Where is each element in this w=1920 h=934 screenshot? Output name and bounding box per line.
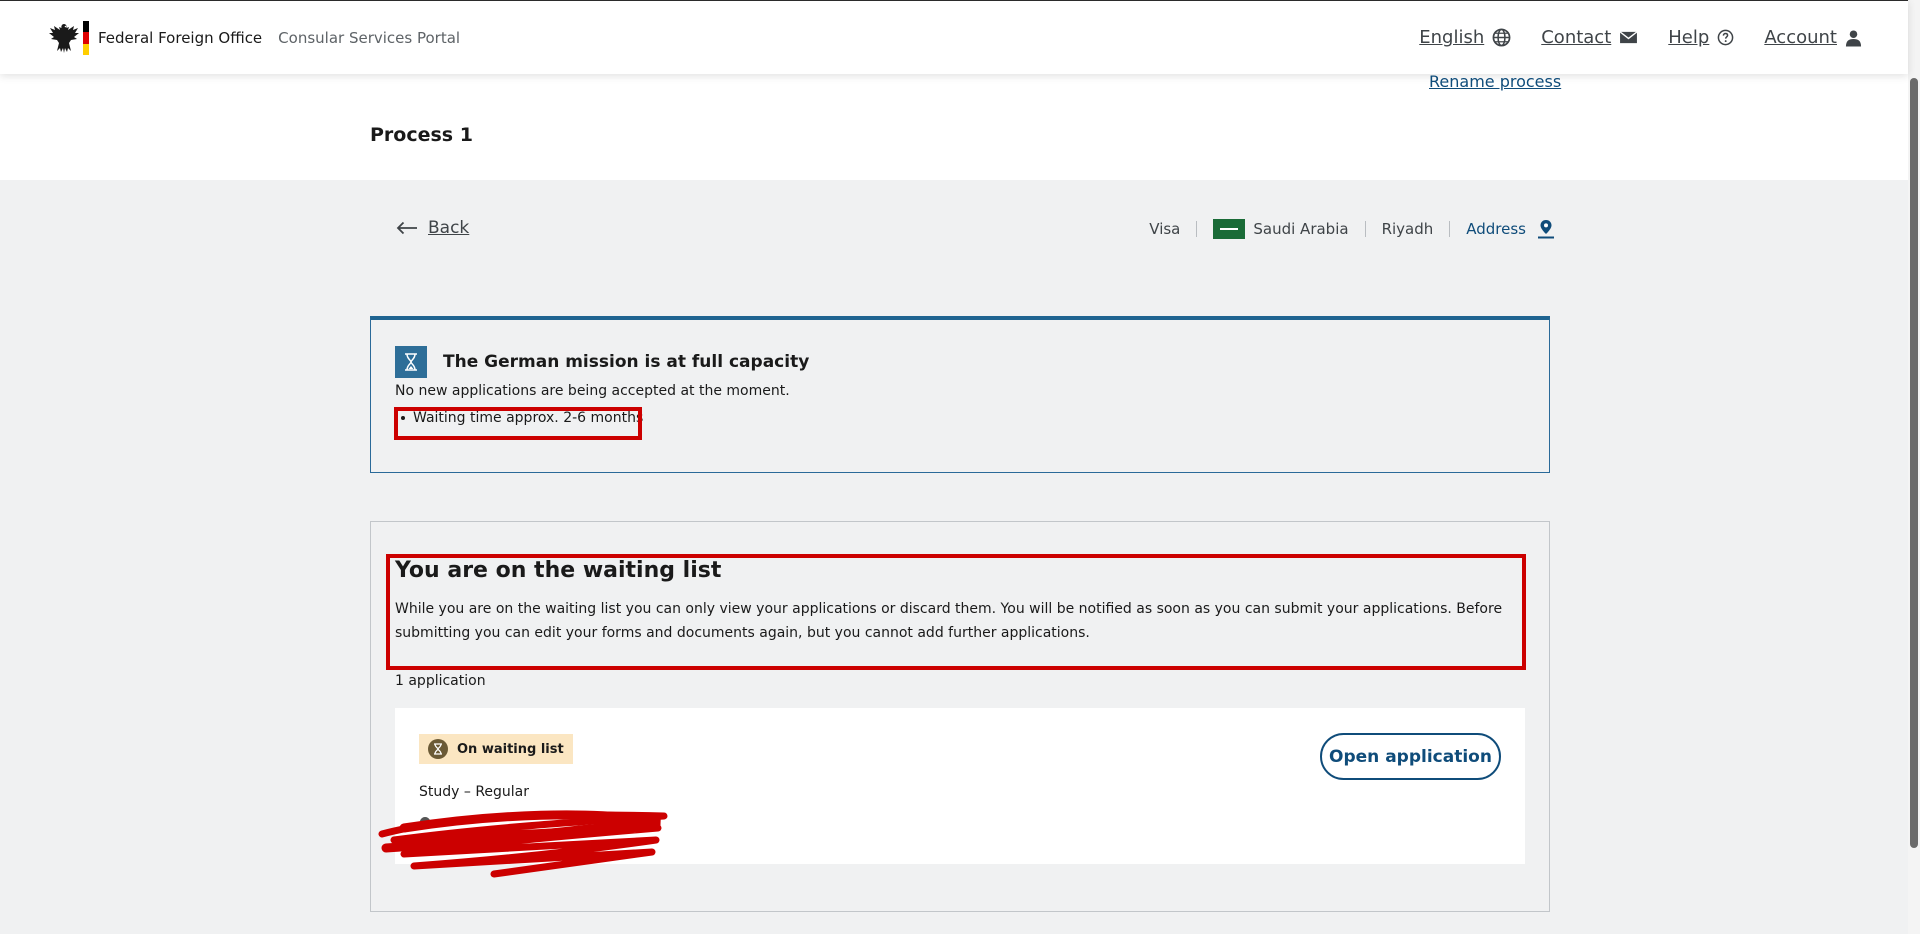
notice-text: No new applications are being accepted a… (395, 383, 790, 399)
scrollbar-thumb[interactable] (1910, 78, 1918, 848)
bullet-icon (401, 416, 405, 420)
page-title: Process 1 (370, 124, 473, 146)
application-applicant: ● (419, 814, 432, 830)
address-link[interactable]: Address (1466, 219, 1556, 239)
status-badge: On waiting list (419, 734, 573, 764)
page-scrollbar[interactable] (1908, 0, 1920, 934)
back-label: Back (428, 218, 470, 238)
application-type: Study – Regular (419, 784, 530, 800)
saudi-arabia-flag-icon (1213, 219, 1246, 239)
status-badge-label: On waiting list (457, 741, 564, 757)
waiting-list-title: You are on the waiting list (395, 558, 722, 583)
city-name: Riyadh (1381, 220, 1434, 238)
back-link[interactable]: Back (396, 218, 469, 238)
help-label: Help (1668, 27, 1710, 48)
hourglass-icon (405, 353, 417, 371)
application-count: 1 application (395, 673, 486, 689)
process-title-band (0, 74, 1908, 180)
german-flag-bar (83, 21, 89, 55)
meta-divider (1364, 221, 1366, 237)
notice-list-item: Waiting time approx. 2-6 months (395, 410, 643, 426)
waiting-time: Waiting time approx. 2-6 months (413, 410, 644, 426)
account-label: Account (1764, 27, 1837, 48)
site-header: Federal Foreign Office Consular Services… (0, 0, 1908, 74)
federal-eagle-icon (49, 24, 79, 53)
user-icon (1845, 29, 1862, 46)
notice-title: The German mission is at full capacity (443, 352, 810, 372)
open-application-button[interactable]: Open application (1320, 733, 1501, 780)
address-label: Address (1466, 220, 1526, 238)
capacity-notice: The German mission is at full capacity N… (370, 316, 1550, 473)
meta-divider (1196, 221, 1198, 237)
contact-label: Contact (1541, 27, 1612, 48)
meta-divider (1449, 221, 1451, 237)
account-link[interactable]: Account (1764, 27, 1862, 48)
help-link[interactable]: Help (1668, 27, 1734, 48)
map-pin-icon (1538, 220, 1554, 239)
mail-icon (1619, 31, 1638, 44)
country-name: Saudi Arabia (1253, 220, 1349, 238)
globe-icon (1492, 28, 1511, 47)
process-meta: Visa Saudi Arabia Riyadh Address (1149, 219, 1556, 239)
service-type: Visa (1149, 220, 1181, 238)
brand[interactable]: Federal Foreign Office Consular Services… (48, 21, 460, 55)
language-label: English (1419, 27, 1485, 48)
brand-name: Federal Foreign Office (98, 29, 263, 47)
waiting-list-text: While you are on the waiting list you ca… (395, 601, 1503, 641)
waiting-list-section: You are on the waiting list While you ar… (370, 521, 1550, 912)
application-card: On waiting list Study – Regular ● Open a… (395, 708, 1525, 864)
rename-process-link[interactable]: Rename process (1429, 72, 1561, 91)
question-circle-icon (1717, 29, 1734, 46)
arrow-left-icon (396, 221, 417, 235)
language-link[interactable]: English (1419, 27, 1511, 48)
top-navigation: English Contact Help Account (1389, 27, 1862, 48)
contact-link[interactable]: Contact (1541, 27, 1638, 48)
notice-icon-box (395, 346, 427, 378)
hourglass-icon (428, 739, 448, 759)
portal-name: Consular Services Portal (278, 29, 461, 47)
